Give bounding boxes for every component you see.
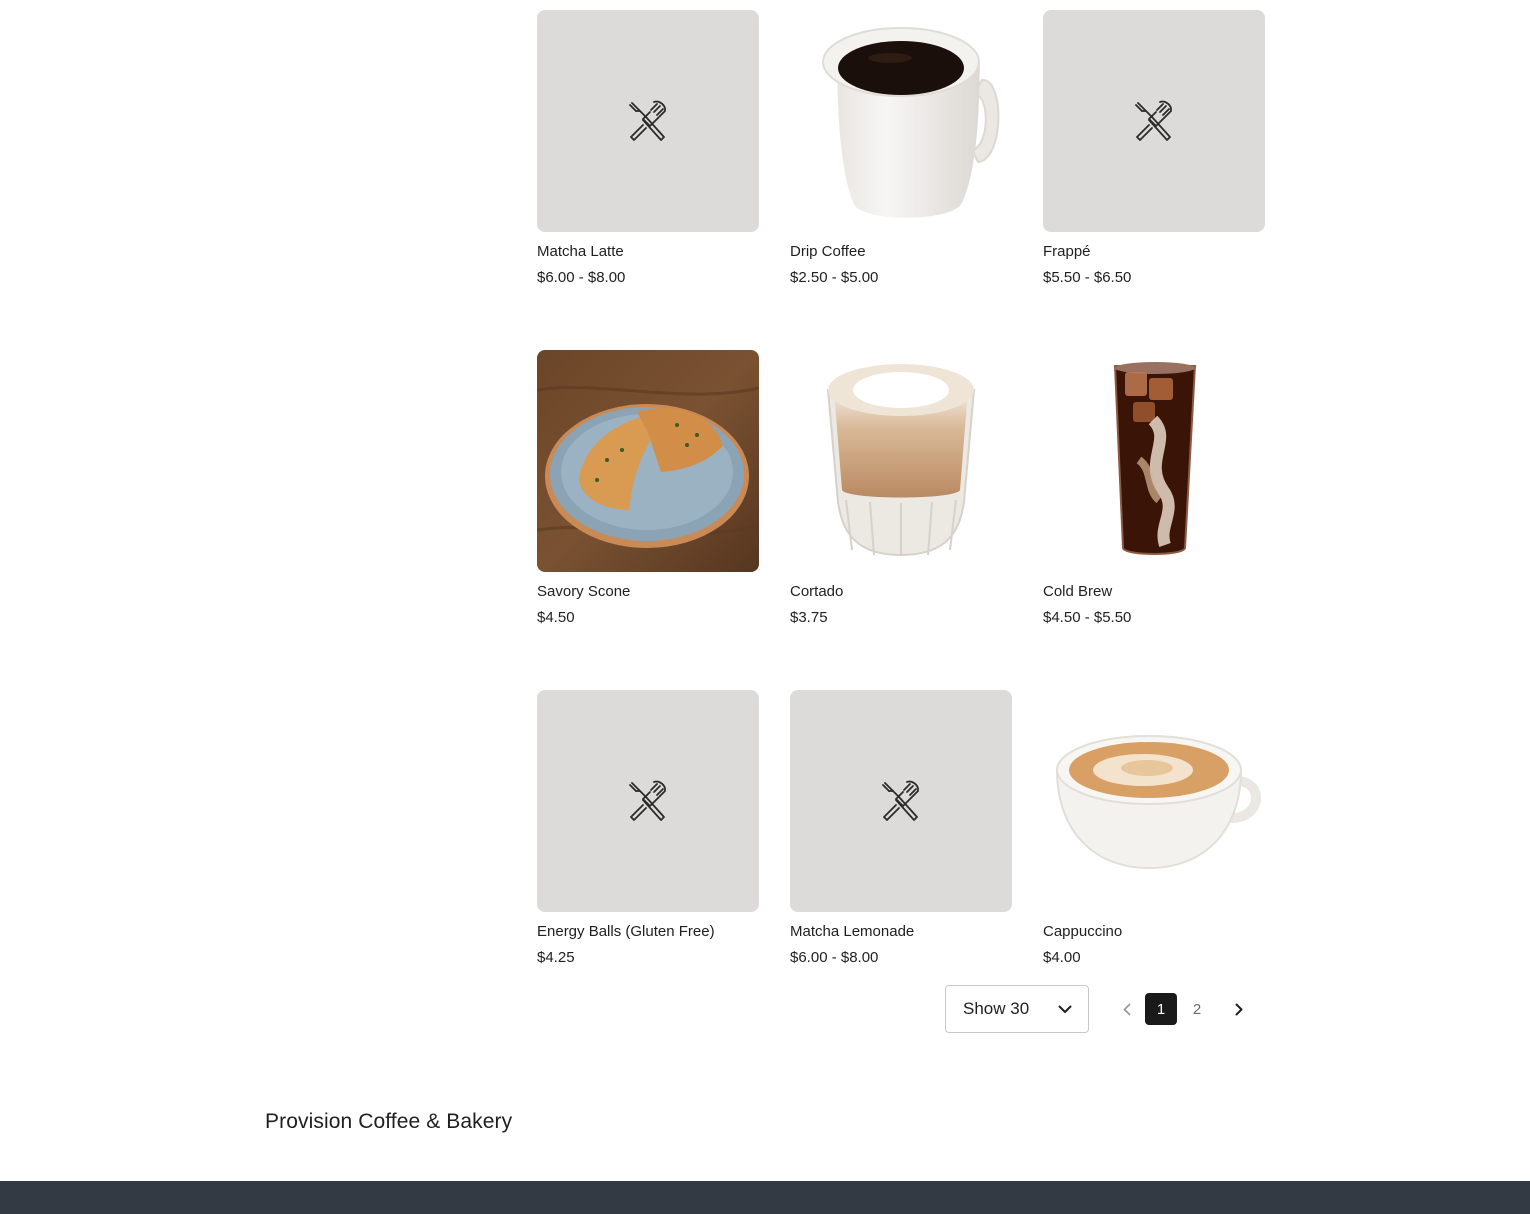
product-name[interactable]: Cappuccino <box>1043 923 1265 941</box>
page-size-select[interactable]: Show 30 <box>945 985 1089 1033</box>
scone-photo <box>537 350 759 572</box>
product-image[interactable] <box>1043 690 1265 912</box>
product-image-placeholder[interactable] <box>537 690 759 912</box>
product-image[interactable] <box>537 350 759 572</box>
product-image-placeholder[interactable] <box>790 690 1012 912</box>
next-page-button[interactable] <box>1221 993 1257 1025</box>
product-link[interactable]: Drip Coffee $2.50 - $5.00 <box>790 10 1012 287</box>
product-price: $5.50 - $6.50 <box>1043 269 1132 286</box>
product-price: $3.75 <box>790 609 828 626</box>
utensils-icon <box>629 100 666 141</box>
product-price: $4.00 <box>1043 949 1081 966</box>
product-card[interactable]: Energy Balls (Gluten Free) $4.25 <box>537 690 759 966</box>
product-image[interactable] <box>790 10 1012 232</box>
product-name[interactable]: Matcha Latte <box>537 243 759 261</box>
footer-brand-name: Provision Coffee & Bakery <box>265 1110 513 1133</box>
pagination-bar: Show 30 1 2 <box>945 985 1257 1033</box>
product-name[interactable]: Savory Scone <box>537 583 759 601</box>
utensils-icon <box>882 780 919 821</box>
product-card[interactable]: Savory Scone $4.50 <box>537 350 759 626</box>
product-card[interactable]: Cortado $3.75 <box>790 350 1012 626</box>
product-card[interactable]: Matcha Latte $6.00 - $8.00 <box>537 10 759 286</box>
product-name[interactable]: Energy Balls (Gluten Free) <box>537 923 759 941</box>
utensils-icon <box>629 780 666 821</box>
product-price: $4.50 - $5.50 <box>1043 609 1132 626</box>
cortado-photo <box>826 364 976 557</box>
product-image-placeholder[interactable] <box>1043 10 1265 232</box>
product-link[interactable]: Matcha Lemonade $6.00 - $8.00 <box>790 690 1012 967</box>
product-link[interactable]: Savory Scone $4.50 <box>537 350 759 627</box>
utensils-icon <box>1135 100 1172 141</box>
product-image[interactable] <box>1043 350 1265 572</box>
chevron-left-icon <box>1123 1003 1131 1015</box>
product-name[interactable]: Frappé <box>1043 243 1265 261</box>
product-link[interactable]: Matcha Latte $6.00 - $8.00 <box>537 10 759 287</box>
page-button-1[interactable]: 1 <box>1145 993 1177 1025</box>
product-price: $4.25 <box>537 949 575 966</box>
cappuccino-photo <box>1055 735 1261 870</box>
product-name[interactable]: Drip Coffee <box>790 243 1012 261</box>
product-price: $4.50 <box>537 609 575 626</box>
product-card[interactable]: Drip Coffee $2.50 - $5.00 <box>790 10 1012 286</box>
product-link[interactable]: Cold Brew $4.50 - $5.50 <box>1043 350 1265 627</box>
product-image[interactable] <box>790 350 1012 572</box>
product-price: $6.00 - $8.00 <box>790 949 879 966</box>
product-link[interactable]: Frappé $5.50 - $6.50 <box>1043 10 1265 287</box>
product-link[interactable]: Energy Balls (Gluten Free) $4.25 <box>537 690 759 967</box>
product-grid: Matcha Latte $6.00 - $8.00 Drip Coffee $… <box>537 10 1265 966</box>
previous-page-button[interactable] <box>1109 993 1145 1025</box>
product-name[interactable]: Cortado <box>790 583 1012 601</box>
page-button-2[interactable]: 2 <box>1181 993 1213 1025</box>
mug-photo <box>822 27 1000 218</box>
product-name[interactable]: Matcha Lemonade <box>790 923 1012 941</box>
product-image-placeholder[interactable] <box>537 10 759 232</box>
product-card[interactable]: Frappé $5.50 - $6.50 <box>1043 10 1265 286</box>
pager: 1 2 <box>1109 993 1257 1025</box>
product-card[interactable]: Matcha Lemonade $6.00 - $8.00 <box>790 690 1012 966</box>
cold-brew-photo <box>1113 362 1197 555</box>
product-link[interactable]: Cappuccino $4.00 <box>1043 690 1265 967</box>
product-card[interactable]: Cappuccino $4.00 <box>1043 690 1265 966</box>
page-size-label: Show 30 <box>963 999 1030 1018</box>
footer-bar <box>0 1181 1530 1214</box>
product-link[interactable]: Cortado $3.75 <box>790 350 1012 627</box>
product-price: $2.50 - $5.00 <box>790 269 879 286</box>
chevron-down-icon <box>1058 1005 1072 1013</box>
chevron-right-icon <box>1235 1003 1243 1015</box>
product-card[interactable]: Cold Brew $4.50 - $5.50 <box>1043 350 1265 626</box>
page: Matcha Latte $6.00 - $8.00 Drip Coffee $… <box>0 0 1530 1214</box>
product-price: $6.00 - $8.00 <box>537 269 626 286</box>
product-name[interactable]: Cold Brew <box>1043 583 1265 601</box>
